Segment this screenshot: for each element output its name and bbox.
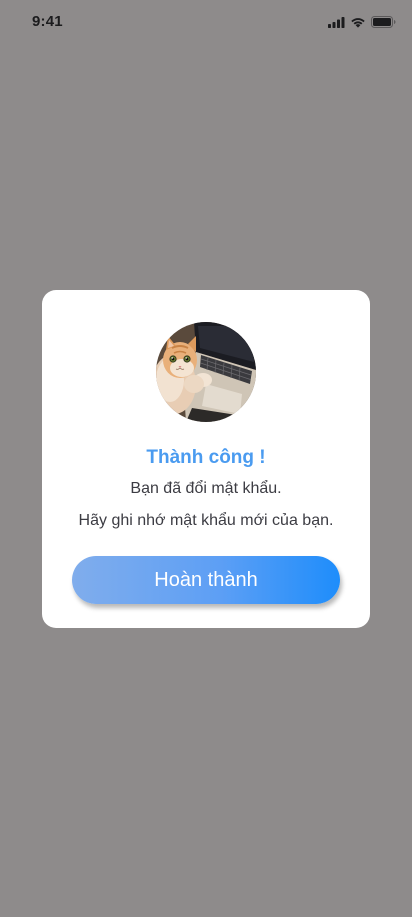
- success-message-line-2: Hãy ghi nhớ mật khẩu mới của bạn.: [78, 512, 334, 529]
- status-icons: [328, 15, 396, 29]
- cellular-signal-icon: [328, 16, 345, 28]
- status-bar: 9:41: [0, 0, 412, 44]
- success-title: Thành công !: [146, 447, 266, 468]
- wifi-icon: [350, 17, 366, 28]
- avatar: [156, 322, 256, 422]
- status-time: 9:41: [32, 13, 63, 30]
- done-button[interactable]: Hoàn thành: [72, 556, 340, 604]
- success-message-line-1: Bạn đã đổi mật khẩu.: [130, 480, 282, 497]
- success-dialog: Thành công ! Bạn đã đổi mật khẩu. Hãy gh…: [42, 290, 370, 628]
- battery-icon: [371, 16, 396, 28]
- cat-on-laptop-image: [156, 322, 256, 422]
